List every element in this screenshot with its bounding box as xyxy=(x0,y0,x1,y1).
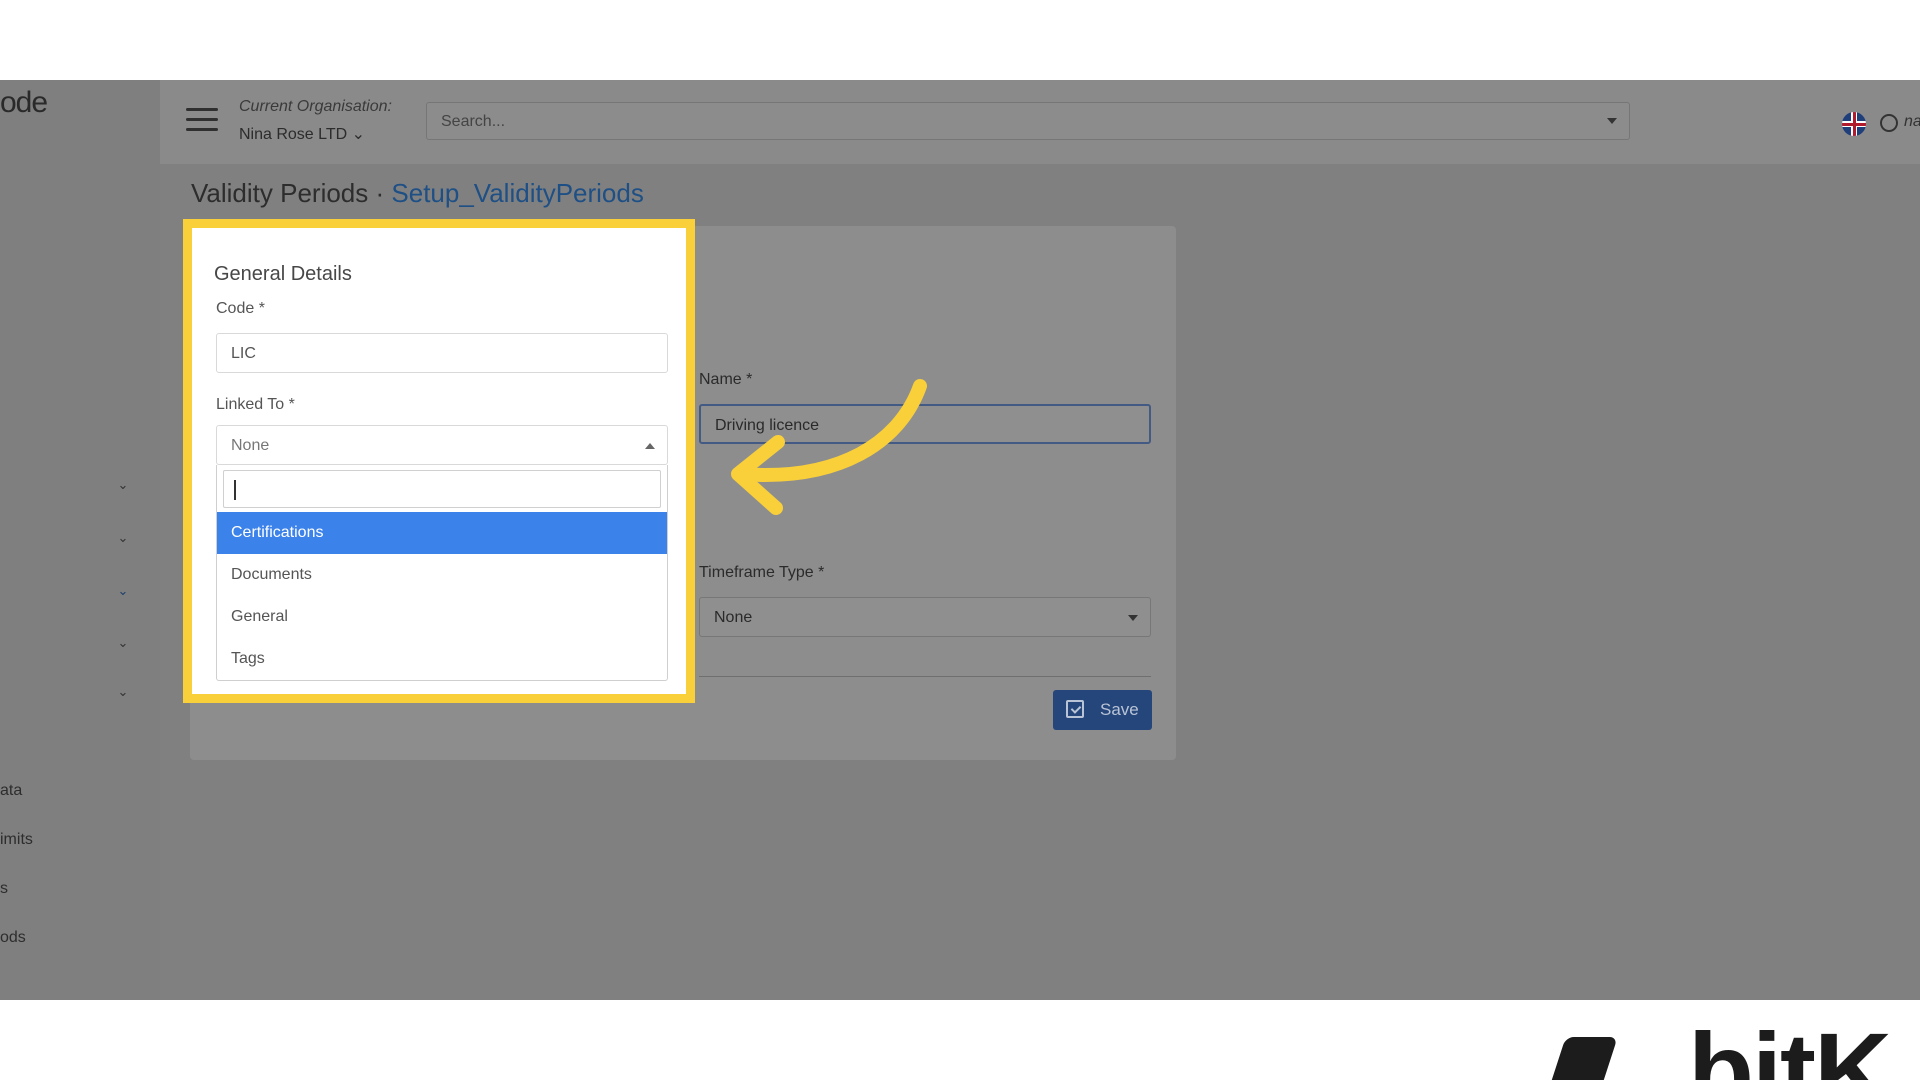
chevron-down-icon[interactable]: ⌄ xyxy=(116,583,130,598)
linked-to-select[interactable]: None xyxy=(216,425,668,465)
linked-to-label: Linked To * xyxy=(216,396,295,413)
highlight-box: General Details Code * LIC Linked To * N… xyxy=(183,219,695,703)
linked-to-value: None xyxy=(231,437,270,454)
save-button[interactable]: Save xyxy=(1053,690,1152,730)
dropdown-option-documents[interactable]: Documents xyxy=(217,554,667,596)
top-bar: Current Organisation: Nina Rose LTD ⌄ Se… xyxy=(160,80,1920,164)
uk-flag-icon[interactable] xyxy=(1842,112,1866,136)
chevron-down-icon[interactable]: ⌄ xyxy=(116,684,130,699)
chevron-down-icon[interactable]: ⌄ xyxy=(116,635,130,650)
timeframe-type-value: None xyxy=(714,609,753,626)
sidebar: ode ⌄ ⌄ ⌄ ⌄ ⌄ ata imits s ods xyxy=(0,80,160,1000)
timeframe-type-label: Timeframe Type * xyxy=(699,564,825,581)
dropdown-option-tags[interactable]: Tags xyxy=(217,638,667,680)
org-selector[interactable]: Nina Rose LTD ⌄ xyxy=(239,124,365,144)
sidebar-item[interactable]: imits xyxy=(0,831,33,849)
linked-to-dropdown: Certifications Documents General Tags xyxy=(216,465,668,681)
caret-down-icon xyxy=(1128,615,1138,621)
option-label: Certifications xyxy=(231,524,324,541)
tutorial-frame: ode ⌄ ⌄ ⌄ ⌄ ⌄ ata imits s ods Current Or… xyxy=(0,0,1920,1080)
dropdown-option-general[interactable]: General xyxy=(217,596,667,638)
chevron-down-icon[interactable]: ⌄ xyxy=(116,477,130,492)
option-label: Documents xyxy=(231,566,312,583)
option-label: Tags xyxy=(231,650,265,667)
brand-logo-mark xyxy=(1546,1037,1618,1080)
sidebar-item[interactable]: s xyxy=(0,880,8,898)
code-label: Code * xyxy=(216,300,265,317)
sidebar-item[interactable]: ata xyxy=(0,782,22,800)
org-label: Current Organisation: xyxy=(239,98,392,115)
code-value: LIC xyxy=(231,345,256,362)
app-logo: ode xyxy=(0,86,48,119)
timeframe-type-select[interactable]: None xyxy=(699,597,1151,637)
brand-logo-text: bitK xyxy=(1688,1010,1892,1080)
pointer-arrow-icon xyxy=(731,379,927,515)
sidebar-item[interactable]: ods xyxy=(0,929,26,947)
caret-down-icon xyxy=(1607,118,1617,124)
section-title: General Details xyxy=(214,263,352,285)
caret-up-icon xyxy=(645,443,655,449)
hamburger-menu-icon[interactable] xyxy=(186,108,218,134)
search-placeholder: Search... xyxy=(441,113,506,130)
text-cursor xyxy=(234,480,236,500)
option-label: General xyxy=(231,608,288,625)
page-subtitle-link[interactable]: Setup_ValidityPeriods xyxy=(391,178,643,208)
title-separator: · xyxy=(375,178,385,208)
page-title-text: Validity Periods xyxy=(191,178,369,208)
dropdown-search-input[interactable] xyxy=(223,470,661,508)
dropdown-option-certifications[interactable]: Certifications xyxy=(217,512,667,554)
divider xyxy=(699,676,1151,677)
search-input[interactable]: Search... xyxy=(426,102,1630,140)
user-icon[interactable] xyxy=(1880,114,1898,132)
save-icon xyxy=(1066,700,1084,718)
chevron-down-icon[interactable]: ⌄ xyxy=(116,530,130,545)
user-name[interactable]: na xyxy=(1904,113,1920,131)
save-label: Save xyxy=(1100,700,1139,719)
page-title: Validity Periods · Setup_ValidityPeriods xyxy=(191,178,644,209)
code-field[interactable]: LIC xyxy=(216,333,668,373)
